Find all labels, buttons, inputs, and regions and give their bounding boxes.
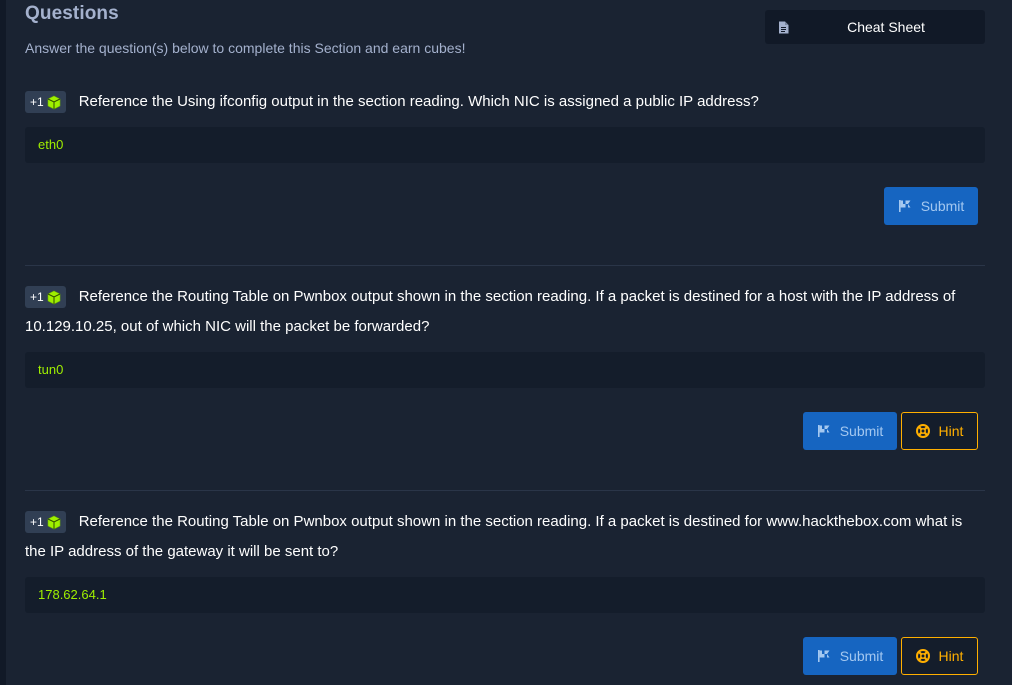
cube-icon: [47, 290, 61, 305]
submit-label: Submit: [839, 648, 884, 664]
question-divider: [25, 490, 985, 491]
hint-button[interactable]: Hint: [901, 637, 978, 675]
cube-icon: [47, 95, 61, 110]
flag-icon: [817, 649, 831, 663]
question-text: Reference the Using ifconfig output in t…: [78, 93, 759, 110]
lifebuoy-icon: [915, 649, 930, 663]
cube-reward-badge: +1: [25, 511, 66, 533]
answer-value: tun0: [38, 362, 64, 377]
cube-icon: [47, 515, 61, 530]
answer-value: eth0: [38, 137, 64, 152]
question-divider: [25, 265, 985, 266]
hint-button[interactable]: Hint: [901, 412, 978, 450]
cheat-sheet-label: Cheat Sheet: [847, 19, 925, 35]
question-text: Reference the Routing Table on Pwnbox ou…: [25, 513, 963, 560]
cheat-sheet-button[interactable]: Cheat Sheet: [765, 10, 985, 44]
cube-reward-badge: +1: [25, 91, 66, 113]
question-text: Reference the Routing Table on Pwnbox ou…: [25, 288, 956, 335]
submit-label: Submit: [920, 198, 965, 214]
section-subtitle: Answer the question(s) below to complete…: [25, 40, 466, 56]
question-1: +1 Reference the Using ifconfig output i…: [25, 87, 985, 117]
reward-amount: +1: [30, 515, 44, 529]
answer-field[interactable]: 178.62.64.1: [25, 577, 985, 613]
submit-label: Submit: [839, 423, 884, 439]
submit-button[interactable]: Submit: [884, 187, 978, 225]
flag-icon: [898, 199, 912, 213]
answer-field[interactable]: tun0: [25, 352, 985, 388]
submit-button[interactable]: Submit: [803, 637, 897, 675]
answer-value: 178.62.64.1: [38, 587, 107, 602]
reward-amount: +1: [30, 95, 44, 109]
flag-icon: [817, 424, 831, 438]
question-2: +1 Reference the Routing Table on Pwnbox…: [25, 282, 985, 342]
submit-button[interactable]: Submit: [803, 412, 897, 450]
hint-label: Hint: [938, 423, 964, 439]
question-3: +1 Reference the Routing Table on Pwnbox…: [25, 507, 985, 567]
hint-label: Hint: [938, 648, 964, 664]
reward-amount: +1: [30, 290, 44, 304]
cube-reward-badge: +1: [25, 286, 66, 308]
section-title: Questions: [25, 3, 119, 24]
lifebuoy-icon: [915, 424, 930, 438]
answer-field[interactable]: eth0: [25, 127, 985, 163]
